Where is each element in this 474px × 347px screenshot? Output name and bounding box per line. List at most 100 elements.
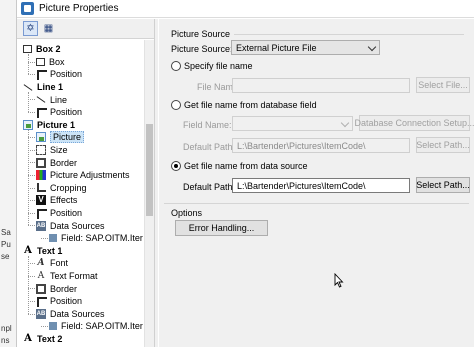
tree-item-label: Box 2 <box>36 44 61 55</box>
tree-property-node[interactable]: Border <box>36 156 77 169</box>
tree-property-node[interactable]: Size <box>36 144 68 157</box>
tree-property-node[interactable]: Position <box>36 106 82 119</box>
tree-property-node[interactable]: Box <box>36 56 65 69</box>
tree-object-node[interactable]: Picture 1 <box>23 119 75 132</box>
tree-scrollbar-thumb[interactable] <box>146 124 153 216</box>
field-icon <box>49 234 57 243</box>
tree-item-label: Position <box>50 107 83 118</box>
radio-database-field[interactable]: Get file name from database field <box>171 100 317 110</box>
object-tree[interactable]: Box 2 Box Position Line 1 Line Position Pictur… <box>17 40 154 347</box>
group-separator <box>234 34 464 35</box>
tree-property-node[interactable]: A Font <box>36 257 69 270</box>
database-connection-setup-button[interactable]: Database Connection Setup... <box>354 115 474 131</box>
tree-connector <box>28 200 35 202</box>
picture-adjustments-icon <box>36 170 46 181</box>
tree-property-node[interactable]: Line <box>36 93 67 106</box>
pane-splitter[interactable] <box>154 19 158 347</box>
ds-default-path-label: Default Path: <box>183 182 236 192</box>
tree-toolbar: ✡ ▦ <box>17 19 154 39</box>
error-handling-button[interactable]: Error Handling... <box>175 220 268 236</box>
text-icon: A <box>24 244 32 256</box>
window-title: Picture Properties <box>39 3 119 14</box>
tree-connector <box>28 175 35 176</box>
db-select-path-button[interactable]: Select Path... <box>416 137 470 153</box>
tree-connector <box>28 129 29 226</box>
tree-connector <box>28 263 35 265</box>
picture-source-dropdown[interactable]: External Picture File <box>231 40 380 55</box>
title-bar[interactable]: Picture Properties <box>17 0 474 18</box>
radio-label: Get file name from database field <box>184 100 317 110</box>
strip-text: Pu <box>1 240 11 249</box>
db-default-path-label: Default Path: <box>183 142 236 152</box>
tree-connector <box>41 238 48 239</box>
field-name-dropdown[interactable] <box>232 116 353 131</box>
strip-text: npl <box>1 324 12 333</box>
tree-property-node[interactable]: AB Data Sources <box>36 308 105 321</box>
tree-item-label: Box <box>49 56 65 67</box>
data-sources-icon: AB <box>36 308 46 319</box>
ds-default-path-input[interactable]: L:\Bartender\Pictures\ItemCode\ <box>232 178 410 193</box>
tree-property-node[interactable]: Picture <box>36 131 85 144</box>
tree-scrollbar[interactable] <box>144 40 154 347</box>
radio-data-source[interactable]: Get file name from data source <box>171 161 308 171</box>
tree-connector <box>28 99 35 101</box>
line-icon <box>23 82 33 92</box>
file-name-input[interactable] <box>232 78 410 93</box>
font-icon: A <box>37 257 45 268</box>
box-icon <box>23 45 32 54</box>
tree-item-label: Picture <box>50 131 85 144</box>
tree-property-node[interactable]: A Text Format <box>36 270 98 283</box>
collapse-all-icon[interactable]: ▦ <box>41 21 56 36</box>
tree-item-label: Line <box>50 94 68 105</box>
tree-connector <box>41 326 48 328</box>
tree-connector <box>28 61 35 63</box>
tree-item-label: Font <box>50 258 69 269</box>
text-format-icon: A <box>37 270 45 281</box>
picture-source-label: Picture Source: <box>171 44 233 54</box>
position-icon <box>36 69 47 81</box>
tree-connector <box>28 74 35 76</box>
data-sources-icon: AB <box>36 220 46 231</box>
radio-circle <box>171 100 181 110</box>
tree-item-label: Position <box>50 208 83 219</box>
tree-connector <box>28 54 29 75</box>
tree-connector <box>28 91 29 112</box>
tree-item-label: Border <box>50 283 78 294</box>
border-icon <box>36 157 46 168</box>
tree-item-label: Size <box>50 145 68 156</box>
ds-select-path-button[interactable]: Select Path... <box>416 177 470 193</box>
tree-property-node[interactable]: Position <box>36 295 82 308</box>
position-icon <box>36 107 47 119</box>
tree-item-label: Data Sources <box>50 308 105 319</box>
tree-property-node[interactable]: V Effects <box>36 194 77 207</box>
effects-icon: V <box>36 195 46 206</box>
tree-item-label: Cropping <box>50 182 87 193</box>
tree-connector <box>28 187 35 189</box>
tree-connector <box>28 149 35 151</box>
options-group-title: Options <box>171 208 203 218</box>
tree-property-node[interactable]: Cropping <box>36 182 87 195</box>
tree-item-label: Effects <box>50 195 78 206</box>
tree-property-node[interactable]: Border <box>36 282 77 295</box>
db-default-path-input[interactable]: L:\Bartender\Pictures\ItemCode\ <box>232 138 410 153</box>
select-file-button[interactable]: Select File... <box>416 77 470 93</box>
tree-item-label: Text Format <box>50 271 98 282</box>
tree-property-node[interactable]: Position <box>36 207 82 220</box>
tree-property-node[interactable]: Position <box>36 68 82 81</box>
tree-object-node[interactable]: Line 1 <box>23 81 63 94</box>
tree-connector <box>28 112 35 113</box>
size-icon <box>36 145 46 156</box>
tree-field-node[interactable]: Field: SAP.OITM.Iter <box>49 232 143 245</box>
tree-item-label: Field: SAP.OITM.Iter <box>61 321 143 332</box>
strip-text: Sa <box>1 228 11 237</box>
field-icon <box>49 322 57 331</box>
radio-label: Get file name from data source <box>184 161 308 171</box>
tree-connector <box>28 288 35 290</box>
tree-object-node[interactable]: A Text 2 <box>23 333 62 346</box>
tree-property-node[interactable]: AB Data Sources <box>36 219 105 232</box>
tree-connector <box>28 137 35 139</box>
tree-property-node[interactable]: Picture Adjustments <box>36 169 130 182</box>
expand-all-icon[interactable]: ✡ <box>23 21 38 36</box>
tree-field-node[interactable]: Field: SAP.OITM.Iter <box>49 320 143 333</box>
radio-specify-file-name[interactable]: Specify file name <box>171 61 253 71</box>
